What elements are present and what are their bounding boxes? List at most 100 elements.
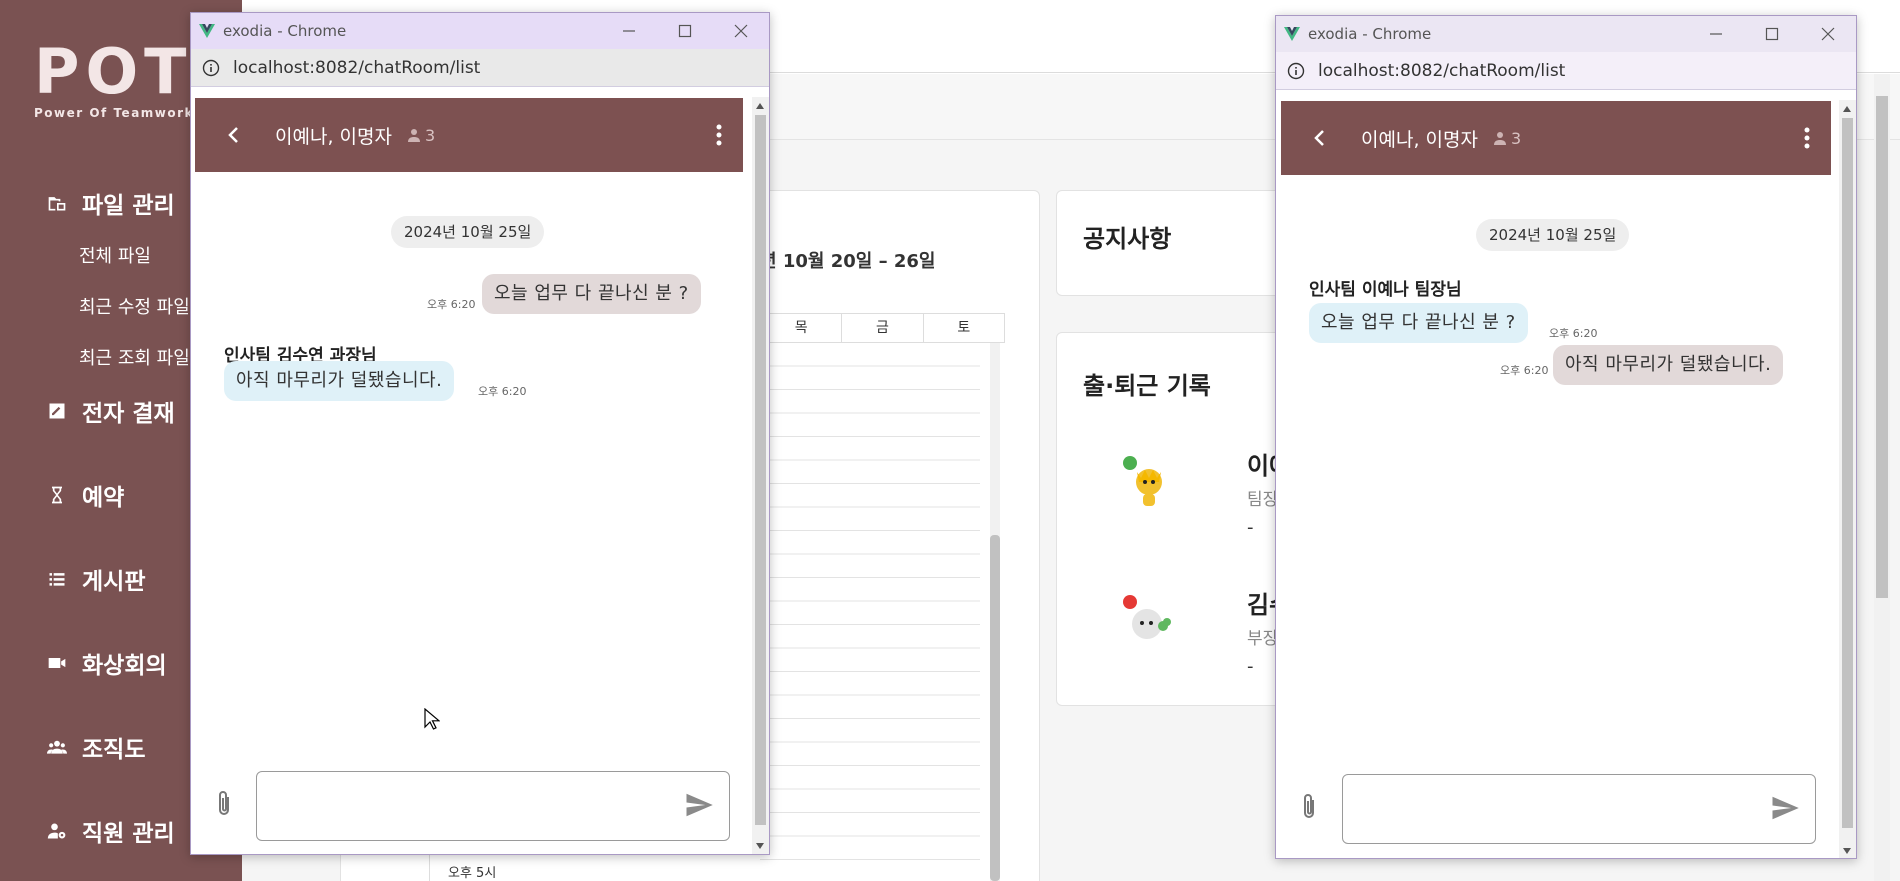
sidebar-label: 조직도 [82, 737, 146, 763]
message-time: 오후 6:20 [1500, 364, 1549, 377]
sidebar-label: 직원 관리 [82, 821, 175, 847]
employee-role: 부장 [1247, 629, 1279, 649]
address-bar[interactable]: localhost:8082/chatRoom/list [1276, 52, 1856, 90]
close-button[interactable] [1800, 16, 1856, 52]
employee-role: 팀장 [1247, 490, 1279, 510]
url-text: localhost:8082/chatRoom/list [233, 57, 481, 78]
sidebar-label: 전자 결재 [82, 401, 175, 427]
mouse-cursor-icon [424, 708, 440, 730]
message-input[interactable] [256, 771, 730, 841]
address-bar[interactable]: localhost:8082/chatRoom/list [191, 49, 769, 87]
attach-icon[interactable] [212, 789, 236, 819]
calendar-time-grid[interactable] [760, 343, 980, 881]
sidebar-item-org[interactable]: 조직도 [46, 730, 145, 764]
sidebar-label: 파일 관리 [82, 193, 175, 219]
user-gear-icon [46, 820, 68, 842]
sidebar-item-board[interactable]: 게시판 [46, 562, 145, 596]
sidebar-subitem-all-files[interactable]: 전체 파일 [79, 242, 151, 268]
logo-subtitle: Power Of Teamwork [34, 106, 195, 120]
logo-text: POT [34, 35, 193, 108]
scroll-down-arrow-icon[interactable] [756, 843, 764, 849]
message-bubble-mine: 오늘 업무 다 끝나신 분 ? [482, 274, 701, 314]
window-titlebar[interactable]: exodia - Chrome [191, 13, 769, 49]
status-online-dot [1123, 456, 1137, 470]
maximize-button[interactable] [1744, 16, 1800, 52]
sidebar-item-file-manage[interactable]: 파일 관리 [46, 186, 175, 220]
close-button[interactable] [713, 13, 769, 49]
scroll-down-arrow-icon[interactable] [1843, 848, 1851, 854]
edit-icon [46, 400, 68, 422]
status-offline-dot [1123, 595, 1137, 609]
chat-scrollbar-thumb[interactable] [1842, 118, 1853, 828]
message-time: 오후 6:20 [478, 385, 527, 398]
send-icon[interactable] [684, 790, 714, 820]
group-icon [46, 736, 68, 758]
message-time: 오후 6:20 [1549, 327, 1598, 340]
member-count-value: 3 [1510, 128, 1522, 148]
page-scrollbar-thumb[interactable] [1876, 96, 1888, 598]
member-count: 3 [406, 126, 435, 145]
date-divider: 2024년 10월 25일 [1476, 219, 1630, 251]
calendar-day-thu: 목 [794, 320, 808, 336]
person-icon [407, 129, 420, 142]
attendance-title: 출·퇴근 기록 [1083, 372, 1211, 400]
member-count-value: 3 [424, 125, 436, 145]
employee-time: - [1247, 517, 1254, 538]
employee-time: - [1247, 656, 1254, 677]
sidebar-subitem-recent-view[interactable]: 최근 조회 파일 [79, 344, 190, 370]
chat-header: 이예나, 이명자 3 [195, 98, 743, 172]
message-sender: 인사팀 이예나 팀장님 [1309, 280, 1462, 300]
scroll-up-arrow-icon[interactable] [756, 103, 764, 109]
window-titlebar[interactable]: exodia - Chrome [1276, 16, 1856, 52]
notice-title: 공지사항 [1083, 225, 1172, 253]
sidebar-item-reservation[interactable]: 예약 [46, 478, 124, 512]
folder-icon [46, 192, 68, 214]
chat-window-left: exodia - Chrome localhost:8082/chatRoom/… [190, 12, 770, 855]
window-title: exodia - Chrome [1308, 25, 1432, 43]
info-icon[interactable] [201, 58, 221, 78]
message-bubble-mine: 아직 마무리가 덜됐습니다. [1553, 345, 1784, 385]
vue-logo-icon [199, 23, 215, 39]
calendar-day-fri: 금 [841, 314, 922, 342]
url-text: localhost:8082/chatRoom/list [1318, 60, 1566, 81]
message-bubble-theirs: 아직 마무리가 덜됐습니다. [224, 361, 455, 401]
chat-scrollbar-thumb[interactable] [755, 115, 766, 825]
member-count: 3 [1492, 129, 1521, 148]
minimize-button[interactable] [601, 13, 657, 49]
minimize-button[interactable] [1688, 16, 1744, 52]
chat-header: 이예나, 이명자 3 [1281, 101, 1831, 175]
sidebar-item-employee[interactable]: 직원 관리 [46, 814, 175, 848]
video-camera-icon [46, 652, 68, 674]
chat-scrollbar[interactable] [752, 97, 769, 854]
info-icon[interactable] [1286, 61, 1306, 81]
calendar-day-header: 목 금 토 [760, 313, 1005, 343]
date-divider: 2024년 10월 25일 [391, 216, 545, 248]
scroll-up-arrow-icon[interactable] [1843, 106, 1851, 112]
sidebar-label: 예약 [82, 485, 125, 511]
more-vert-icon[interactable] [707, 122, 731, 148]
calendar-date-range: 년 10월 20일 – 26일 [760, 251, 936, 272]
sidebar-item-approval[interactable]: 전자 결재 [46, 394, 175, 428]
more-vert-icon[interactable] [1795, 125, 1819, 151]
message-bubble-theirs: 오늘 업무 다 끝나신 분 ? [1309, 303, 1528, 343]
message-time: 오후 6:20 [427, 298, 476, 311]
maximize-button[interactable] [657, 13, 713, 49]
message-input[interactable] [1342, 774, 1816, 844]
back-arrow-icon[interactable] [1309, 127, 1331, 149]
window-title: exodia - Chrome [223, 22, 347, 40]
chat-scrollbar[interactable] [1839, 100, 1856, 858]
calendar-scrollbar-thumb[interactable] [990, 535, 1000, 881]
sidebar-label: 게시판 [82, 569, 146, 595]
send-icon[interactable] [1770, 793, 1800, 823]
back-arrow-icon[interactable] [223, 124, 245, 146]
sidebar-subitem-recent-edit[interactable]: 최근 수정 파일 [79, 293, 190, 319]
vue-logo-icon [1284, 26, 1300, 42]
chat-room-name: 이예나, 이명자 [275, 125, 392, 148]
chat-room-name: 이예나, 이명자 [1361, 128, 1478, 151]
sidebar-item-video[interactable]: 화상회의 [46, 646, 167, 680]
attach-icon[interactable] [1297, 792, 1321, 822]
chat-window-right: exodia - Chrome localhost:8082/chatRoom/… [1275, 15, 1857, 859]
app-logo[interactable]: POT Power Of Teamwork [34, 35, 195, 121]
hourglass-icon [46, 484, 68, 506]
list-icon [46, 568, 68, 590]
